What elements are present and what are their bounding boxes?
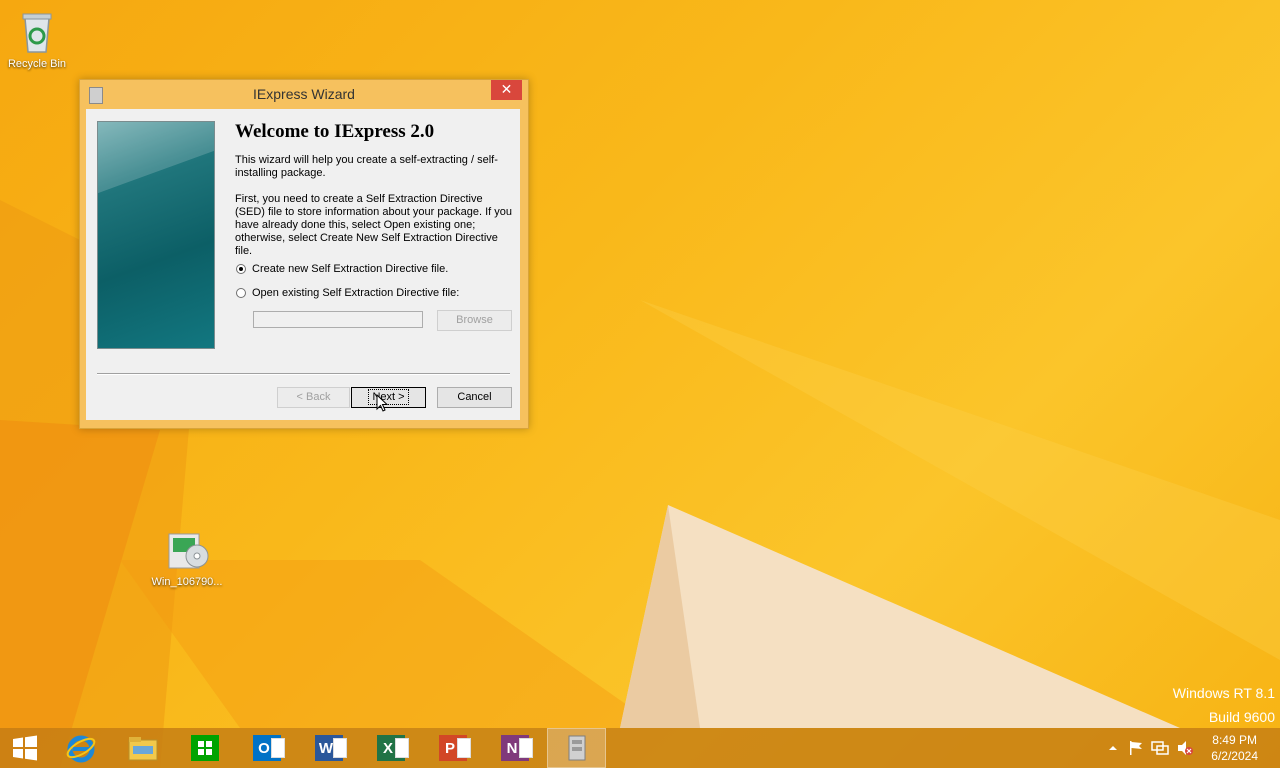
mouse-pointer-icon — [376, 394, 389, 412]
win-package-label: Win_106790... — [151, 576, 223, 588]
show-hidden-icons-chevron-icon[interactable] — [1106, 742, 1120, 754]
recycle-bin-label: Recycle Bin — [7, 58, 67, 70]
option-create-new[interactable]: Create new Self Extraction Directive fil… — [236, 263, 448, 275]
clock-time: 8:49 PM — [1212, 733, 1257, 747]
intro-text: This wizard will help you create a self-… — [235, 154, 498, 179]
taskbar-clock[interactable]: 8:49 PM 6/2/2024 — [1211, 732, 1258, 764]
volume-muted-icon[interactable] — [1176, 740, 1194, 756]
title-bar[interactable]: IExpress Wizard ✕ — [80, 80, 528, 108]
internet-explorer-icon — [66, 735, 96, 763]
taskbar-excel[interactable]: X — [361, 728, 421, 768]
window-title: IExpress Wizard — [253, 86, 355, 102]
taskbar-internet-explorer[interactable] — [51, 728, 111, 768]
taskbar: O W X P N 8:49 PM 6/2/2024 — [0, 728, 1280, 768]
clock-date: 6/2/2024 — [1211, 749, 1258, 763]
wizard-banner-image — [97, 121, 215, 349]
start-icon — [13, 735, 37, 761]
cancel-button[interactable]: Cancel — [437, 387, 512, 408]
back-button[interactable]: < Back — [277, 387, 350, 408]
button-separator — [97, 373, 510, 375]
close-button[interactable]: ✕ — [491, 80, 522, 100]
os-edition-watermark: Windows RT 8.1 — [1172, 685, 1275, 701]
network-icon[interactable] — [1151, 740, 1169, 756]
option-open-existing[interactable]: Open existing Self Extraction Directive … — [236, 287, 459, 299]
iexpress-wizard-window: IExpress Wizard ✕ Welcome to IExpress 2.… — [79, 79, 529, 429]
sed-path-input[interactable] — [253, 311, 423, 328]
option-open-existing-label: Open existing Self Extraction Directive … — [252, 287, 460, 299]
system-tray — [1106, 728, 1194, 768]
taskbar-word[interactable]: W — [299, 728, 359, 768]
taskbar-file-explorer[interactable] — [113, 728, 173, 768]
recycle-bin-desktop-icon[interactable]: Recycle Bin — [0, 8, 77, 70]
recycle-bin-icon — [13, 8, 61, 56]
radio-open-existing[interactable] — [236, 288, 246, 298]
taskbar-store[interactable] — [175, 728, 235, 768]
iexpress-icon — [568, 735, 585, 761]
action-center-flag-icon[interactable] — [1128, 740, 1144, 756]
store-icon — [191, 735, 219, 761]
win-package-desktop-icon[interactable]: Win_106790... — [147, 526, 227, 588]
outlook-icon: O — [253, 735, 285, 761]
radio-create-new[interactable] — [236, 264, 246, 274]
browse-button[interactable]: Browse — [437, 310, 512, 331]
powerpoint-icon: P — [439, 735, 471, 761]
taskbar-powerpoint[interactable]: P — [423, 728, 483, 768]
wizard-body: Welcome to IExpress 2.0 This wizard will… — [86, 109, 520, 420]
onenote-icon: N — [501, 735, 533, 761]
installer-package-icon — [163, 526, 211, 574]
instructions-text: First, you need to create a Self Extract… — [235, 193, 512, 257]
excel-icon: X — [377, 735, 409, 761]
taskbar-iexpress[interactable] — [547, 728, 606, 768]
file-explorer-icon — [128, 737, 158, 761]
taskbar-outlook[interactable]: O — [237, 728, 297, 768]
option-create-new-label: Create new Self Extraction Directive fil… — [252, 263, 449, 275]
wizard-heading: Welcome to IExpress 2.0 — [235, 121, 435, 142]
close-icon: ✕ — [500, 81, 513, 97]
taskbar-onenote[interactable]: N — [485, 728, 545, 768]
word-icon: W — [315, 735, 347, 761]
os-build-watermark: Build 9600 — [1208, 709, 1275, 725]
start-button[interactable] — [0, 728, 50, 768]
